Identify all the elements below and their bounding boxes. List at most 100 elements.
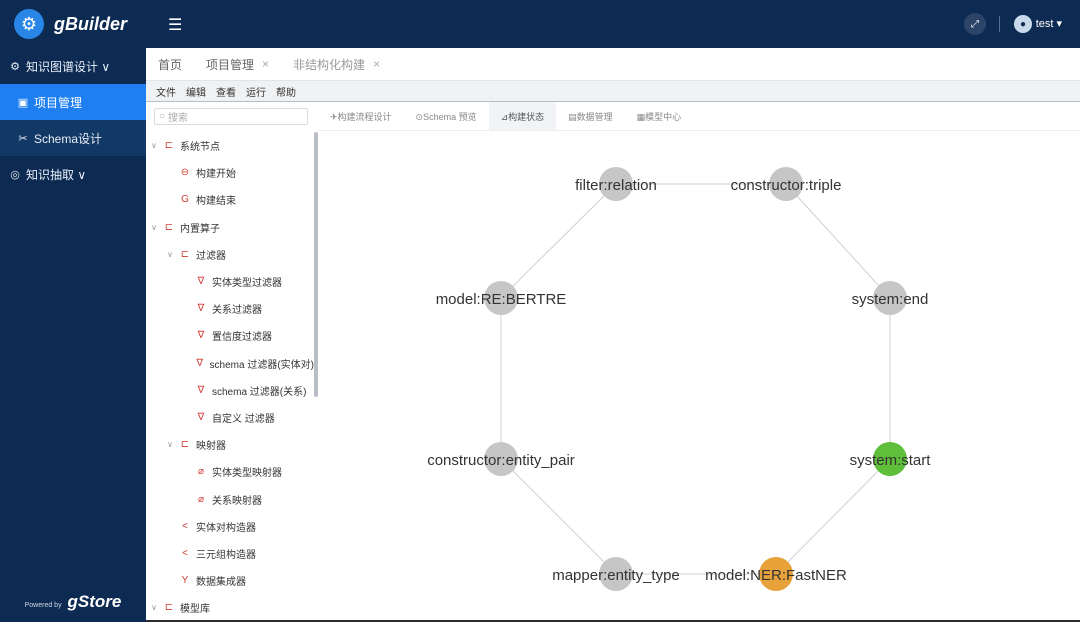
tree-node[interactable]: ∇ schema 过滤器(关系) (146, 377, 314, 404)
operator-tree-pane: ○ 搜索 ∨ ⊏ 系统节点 ⊖ 构建开始 G 构建结束 ∨ ⊏ 内置算子 ∨ ⊏ 过滤器 ∇ 实体类型过滤器… (146, 102, 319, 622)
tree-node-label: 实体对构造器 (196, 522, 256, 534)
sidebar-item-label: Schema设计 (34, 131, 103, 146)
search-icon: ○ (159, 111, 166, 122)
tree-node-label: 关系过滤器 (212, 305, 262, 317)
menu-view[interactable]: 查看 (216, 84, 236, 99)
graph-node[interactable]: filter:relation (575, 167, 657, 201)
sidebar-item-schema-design[interactable]: ✂ Schema设计 (0, 120, 146, 156)
tab-project-management[interactable]: 项目管理 × (194, 48, 281, 80)
folder-icon: ⊏ (164, 140, 174, 152)
graph-node[interactable]: constructor:entity_pair (427, 442, 575, 476)
chevron-down-icon[interactable]: ∨ (166, 250, 174, 259)
graph-node[interactable]: model:NER:FastNER (705, 557, 847, 591)
graph-node-label: system:end (852, 291, 929, 308)
end-icon: G (181, 194, 189, 206)
graph-edge (775, 458, 891, 575)
graph-node-label: system:start (850, 452, 932, 469)
link-icon: ⌀ (197, 493, 205, 505)
tree-node-label: 模型库 (180, 604, 210, 616)
tree-node[interactable]: ∇ 关系过滤器 (146, 295, 314, 322)
tree-node-label: 数据集成器 (196, 577, 246, 589)
filter-icon: ∇ (197, 276, 205, 288)
sidebar-item-kg-design[interactable]: ⚙ 知识图谱设计 ∨ (0, 48, 146, 84)
graph-edge (500, 458, 617, 575)
fullscreen-icon[interactable]: ⤢ (964, 13, 986, 35)
filter-icon: ∇ (197, 330, 205, 342)
tree-node-label: schema 过滤器(实体对) (209, 359, 314, 371)
sidebar-item-knowledge-extraction[interactable]: ◎ 知识抽取 ∨ (0, 156, 146, 192)
tree-node-label: 三元组构造器 (196, 549, 256, 561)
search-placeholder: 搜索 (168, 113, 189, 124)
tree-node[interactable]: ⌀ 实体类型映射器 (146, 458, 314, 485)
tree-node-label: 映射器 (196, 441, 226, 453)
pipeline-graph: system:start model:NER:FastNER mapper:enti… (427, 167, 932, 591)
top-bar: ☰ ⤢ ● test ▾ (146, 0, 1080, 48)
tree-node-label: 构建开始 (196, 169, 236, 181)
tree-node[interactable]: ⌀ 关系映射器 (146, 485, 314, 512)
close-icon[interactable]: × (373, 57, 380, 71)
graph-node-label: model:NER:FastNER (705, 567, 847, 584)
user-menu[interactable]: test ▾ (1036, 17, 1062, 30)
tree-node[interactable]: ∇ schema 过滤器(实体对) (146, 350, 314, 377)
tree-node[interactable]: ∨ ⊏ 内置算子 (146, 214, 314, 241)
avatar[interactable]: ● (1014, 15, 1032, 33)
tree-node[interactable]: ⊖ 构建开始 (146, 159, 314, 186)
menu-file[interactable]: 文件 (156, 84, 176, 99)
tab-label: 非结构化构建 (293, 57, 366, 72)
tree-node-label: 自定义 过滤器 (212, 413, 275, 425)
tree-node[interactable]: ∇ 自定义 过滤器 (146, 404, 314, 431)
folder-icon: ▣ (17, 96, 29, 109)
tree-node[interactable]: ∨ ⊏ 模型库 (146, 594, 314, 621)
app-name: gBuilder (54, 13, 128, 34)
menu-help[interactable]: 帮助 (276, 84, 296, 99)
tree-node-label: 过滤器 (196, 250, 226, 262)
tree-node[interactable]: Y 数据集成器 (146, 567, 314, 594)
graph-node[interactable]: constructor:triple (731, 167, 842, 201)
tree-node-label: 实体类型过滤器 (212, 278, 282, 290)
logo-gear-icon: ⚙ (14, 9, 44, 39)
app-logo[interactable]: ⚙ gBuilder (0, 0, 146, 48)
filter-icon: ∇ (197, 303, 205, 315)
filter-icon: ∇ (196, 357, 204, 369)
filter-icon: ∇ (197, 384, 205, 396)
folder-icon: ⊏ (180, 248, 190, 260)
tab-label: 首页 (158, 57, 183, 72)
graph-node[interactable]: mapper:entity_type (552, 557, 680, 591)
graph-node[interactable]: model:RE:BERTRE (436, 281, 567, 315)
divider (999, 16, 1000, 32)
menu-run[interactable]: 运行 (246, 84, 266, 99)
tree-node-label: 置信度过滤器 (212, 332, 272, 344)
powered-prefix: Powered by (24, 602, 62, 609)
graph-edge (785, 183, 891, 299)
tab-unstructured-build[interactable]: 非结构化构建 × (281, 48, 392, 80)
menu-edit[interactable]: 编辑 (186, 84, 206, 99)
graph-node[interactable]: system:start (850, 442, 932, 476)
tree-node-label: 系统节点 (180, 142, 220, 154)
build-status-canvas: ✈构建流程设计 ⊙Schema 预览 ⊿构建状态 ▤数据管理 ▦模型中心 sys… (318, 102, 1080, 622)
search-input[interactable]: ○ 搜索 (154, 108, 308, 125)
chevron-down-icon[interactable]: ∨ (150, 141, 158, 150)
tree-node[interactable]: ∇ 置信度过滤器 (146, 322, 314, 349)
extract-icon: ◎ (10, 168, 20, 181)
page-tabs: 首页 项目管理 × 非结构化构建 × (146, 48, 1080, 81)
graph-edge (500, 183, 617, 299)
tree-node[interactable]: < 实体对构造器 (146, 513, 314, 540)
tab-home[interactable]: 首页 (146, 48, 194, 80)
chevron-down-icon[interactable]: ∨ (150, 223, 158, 232)
start-icon: ⊖ (180, 167, 190, 179)
graph-node[interactable]: system:end (852, 281, 929, 315)
close-icon[interactable]: × (262, 57, 269, 71)
chevron-down-icon[interactable]: ∨ (150, 603, 158, 612)
menu-toggle-icon[interactable]: ☰ (168, 15, 182, 35)
tree-node[interactable]: ∨ ⊏ 映射器 (146, 431, 314, 458)
menu-bar: 文件 编辑 查看 运行 帮助 (146, 81, 1080, 102)
tree-node[interactable]: G 构建结束 (146, 186, 314, 213)
tree-node[interactable]: ∇ 实体类型过滤器 (146, 268, 314, 295)
powered-by: Powered by gStore (0, 592, 146, 612)
tree-node[interactable]: < 三元组构造器 (146, 540, 314, 567)
chevron-down-icon[interactable]: ∨ (166, 440, 174, 449)
sidebar-item-project-management[interactable]: ▣ 项目管理 (0, 84, 146, 120)
tree-node[interactable]: ∨ ⊏ 系统节点 (146, 132, 314, 159)
tree-node[interactable]: ∨ ⊏ 过滤器 (146, 241, 314, 268)
graph-node-label: constructor:entity_pair (427, 452, 575, 469)
